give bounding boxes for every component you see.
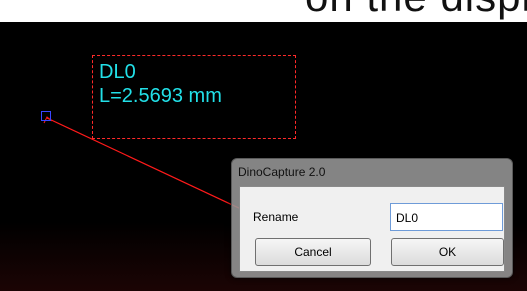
measurement-length: L=2.5693 mm — [99, 85, 222, 107]
measurement-start-handle[interactable] — [41, 111, 51, 121]
rename-input[interactable] — [390, 203, 503, 231]
ok-button[interactable]: OK — [391, 238, 504, 266]
document-text-fragment: on the display using) cr... — [0, 0, 527, 22]
document-text: on the display using) cr... — [305, 0, 527, 21]
measurement-label-box[interactable]: DL0 L=2.5693 mm — [92, 55, 296, 139]
dialog-title[interactable]: DinoCapture 2.0 — [238, 163, 325, 181]
rename-dialog[interactable]: DinoCapture 2.0 Rename Cancel OK — [231, 158, 513, 278]
dialog-body: Rename Cancel OK — [239, 186, 505, 272]
rename-label: Rename — [253, 210, 299, 224]
cancel-button[interactable]: Cancel — [255, 238, 371, 266]
measurement-name: DL0 — [99, 61, 136, 83]
